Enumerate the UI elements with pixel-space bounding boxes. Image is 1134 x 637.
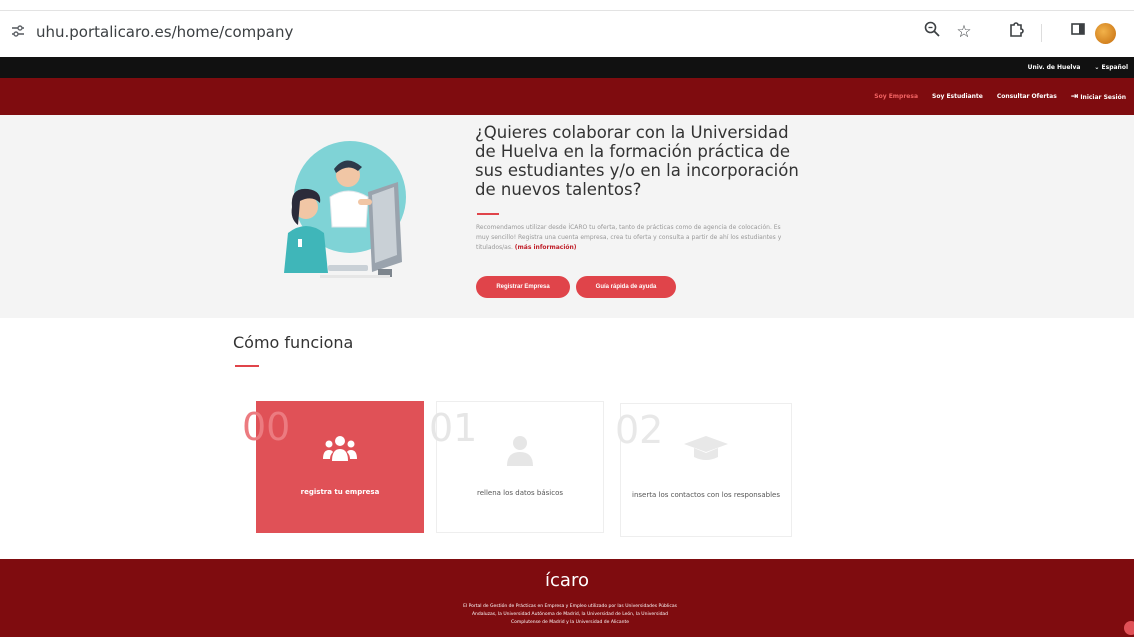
split-view-icon[interactable]: [1066, 20, 1090, 44]
nav-item-consultar-ofertas[interactable]: Consultar Ofertas: [997, 93, 1057, 100]
register-company-button[interactable]: Registrar Empresa: [476, 276, 570, 298]
hero-description: Recomendamos utilizar desde ÍCARO tu ofe…: [476, 223, 794, 253]
login-icon: ⇥: [1070, 91, 1079, 102]
hero-title-underline: [477, 213, 499, 215]
main-navigation: Soy Empresa Soy Estudiante Consultar Ofe…: [0, 78, 1134, 115]
footer: ícaro El Portal de Gestión de Prácticas …: [0, 559, 1134, 637]
hero-illustration: [270, 137, 420, 287]
section-title-underline: [235, 365, 259, 367]
nav-item-iniciar-sesion[interactable]: ⇥ Iniciar Sesión: [1071, 92, 1126, 102]
step-number: 01: [429, 406, 478, 450]
step-number: 00: [242, 405, 291, 449]
nav-item-soy-empresa[interactable]: Soy Empresa: [874, 93, 918, 100]
more-info-link[interactable]: (más información): [515, 244, 577, 251]
utility-bar: Univ. de Huelva ⌄ Español: [0, 57, 1134, 78]
toolbar-divider: [1041, 24, 1042, 42]
profile-avatar[interactable]: [1095, 23, 1116, 44]
step-label: rellena los datos básicos: [476, 489, 563, 497]
hero-title: ¿Quieres colaborar con la Universidad de…: [475, 123, 799, 199]
address-bar[interactable]: uhu.portalicaro.es/home/company: [36, 22, 293, 42]
step-label: inserta los contactos con los responsabl…: [632, 491, 780, 499]
footer-logo: ícaro: [545, 570, 589, 591]
zoom-icon[interactable]: [920, 20, 944, 44]
language-select[interactable]: ⌄ Español: [1094, 64, 1128, 71]
chat-widget-button[interactable]: [1124, 621, 1134, 635]
user-icon: [502, 432, 538, 472]
browser-toolbar: uhu.portalicaro.es/home/company ☆: [0, 0, 1134, 57]
star-icon[interactable]: ☆: [952, 20, 976, 44]
step-card-basic-data[interactable]: 01 rellena los datos básicos: [429, 401, 604, 533]
language-select-value: Español: [1101, 64, 1128, 71]
university-link[interactable]: Univ. de Huelva: [1028, 64, 1081, 71]
quick-guide-button[interactable]: Guía rápida de ayuda: [576, 276, 676, 298]
footer-text-line: Complutense de Madrid y la Universidad d…: [510, 620, 630, 625]
nav-item-label: Iniciar Sesión: [1080, 93, 1126, 101]
step-card-register-company[interactable]: 00 registra tu empresa: [242, 401, 424, 533]
group-users-icon: [322, 431, 358, 471]
nav-item-soy-estudiante[interactable]: Soy Estudiante: [932, 93, 983, 100]
tab-strip: [0, 0, 1134, 11]
site-info-icon[interactable]: [10, 23, 28, 41]
graduation-cap-icon: [682, 434, 730, 468]
step-card-contacts[interactable]: 02 inserta los contactos con los respons…: [615, 403, 792, 537]
chevron-down-icon: ⌄: [1094, 64, 1100, 71]
section-title: Cómo funciona: [233, 333, 354, 352]
hero-section: ¿Quieres colaborar con la Universidad de…: [0, 115, 1134, 318]
extensions-icon[interactable]: [1004, 20, 1028, 44]
footer-text: El Portal de Gestión de Prácticas en Emp…: [350, 603, 790, 627]
footer-text-line: El Portal de Gestión de Prácticas en Emp…: [463, 604, 677, 609]
footer-text-line: Andaluzas, la Universidad Autónoma de Ma…: [471, 612, 669, 617]
step-label: registra tu empresa: [300, 488, 380, 496]
step-number: 02: [615, 408, 664, 452]
